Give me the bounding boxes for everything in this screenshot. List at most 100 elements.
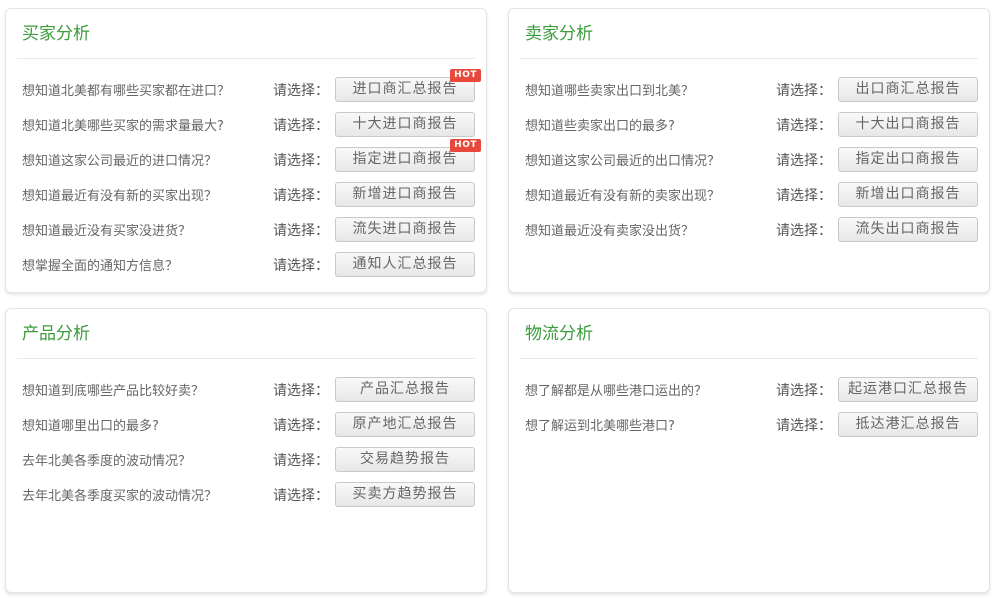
report-button-wrap: 进口商汇总报告 HOT [335, 77, 475, 102]
report-row: 想知道最近有没有新的买家出现？ 请选择： 新增进口商报告 [17, 177, 475, 212]
report-question: 想掌握全面的通知方信息？ [22, 255, 273, 274]
report-button-wrap: 交易趋势报告 [335, 447, 475, 472]
report-row: 想了解都是从哪些港口运出的？ 请选择： 起运港口汇总报告 [520, 372, 978, 407]
report-button-wrap: 出口商汇总报告 [838, 77, 978, 102]
report-button-wrap: 新增出口商报告 [838, 182, 978, 207]
select-label: 请选择： [273, 150, 329, 170]
report-question: 想知道哪里出口的最多? [22, 415, 273, 434]
report-row: 想知道最近没有卖家没出货？ 请选择： 流失出口商报告 [520, 212, 978, 247]
report-button-wrap: 产品汇总报告 [335, 377, 475, 402]
report-question: 想知道最近没有买家没进货？ [22, 220, 273, 239]
report-row: 想知道些卖家出口的最多? 请选择： 十大出口商报告 [520, 107, 978, 142]
report-row: 想知道北美都有哪些买家都在进口？ 请选择： 进口商汇总报告 HOT [17, 72, 475, 107]
panel-title: 买家分析 [22, 23, 475, 45]
select-label: 请选择： [273, 485, 329, 505]
select-label: 请选择： [776, 415, 832, 435]
report-button[interactable]: 起运港口汇总报告 [838, 377, 978, 402]
report-button[interactable]: 新增进口商报告 [335, 182, 475, 207]
report-question: 想知道最近没有卖家没出货？ [525, 220, 776, 239]
report-question: 想了解运到北美哪些港口? [525, 415, 776, 434]
report-button[interactable]: 十大出口商报告 [838, 112, 978, 137]
analysis-panel: 物流分析 想了解都是从哪些港口运出的？ 请选择： 起运港口汇总报告 想了解运到北… [508, 308, 990, 593]
analysis-panel: 卖家分析 想知道哪些卖家出口到北美？ 请选择： 出口商汇总报告 想知道些卖家出口… [508, 8, 990, 293]
select-label: 请选择： [776, 150, 832, 170]
report-button-wrap: 指定出口商报告 [838, 147, 978, 172]
report-question: 想了解都是从哪些港口运出的？ [525, 380, 776, 399]
panel-rows: 想知道哪些卖家出口到北美？ 请选择： 出口商汇总报告 想知道些卖家出口的最多? … [520, 72, 978, 247]
report-row: 想知道北美哪些买家的需求量最大? 请选择： 十大进口商报告 [17, 107, 475, 142]
select-label: 请选择： [273, 80, 329, 100]
report-button[interactable]: 出口商汇总报告 [838, 77, 978, 102]
report-question: 想知道到底哪些产品比较好卖？ [22, 380, 273, 399]
select-label: 请选择： [273, 380, 329, 400]
report-question: 想知道这家公司最近的出口情况？ [525, 150, 776, 169]
report-button[interactable]: 原产地汇总报告 [335, 412, 475, 437]
report-button-wrap: 抵达港汇总报告 [838, 412, 978, 437]
report-question: 想知道这家公司最近的进口情况？ [22, 150, 273, 169]
report-button[interactable]: 流失进口商报告 [335, 217, 475, 242]
select-label: 请选择： [273, 220, 329, 240]
report-question: 想知道最近有没有新的卖家出现？ [525, 185, 776, 204]
hot-badge: HOT [450, 139, 481, 152]
report-question: 想知道北美都有哪些买家都在进口？ [22, 80, 273, 99]
report-button[interactable]: 交易趋势报告 [335, 447, 475, 472]
report-question: 想知道哪些卖家出口到北美？ [525, 80, 776, 99]
report-row: 想知道这家公司最近的进口情况？ 请选择： 指定进口商报告 HOT [17, 142, 475, 177]
report-button-wrap: 流失出口商报告 [838, 217, 978, 242]
select-label: 请选择： [273, 450, 329, 470]
panel-divider [17, 58, 475, 59]
panel-rows: 想知道到底哪些产品比较好卖？ 请选择： 产品汇总报告 想知道哪里出口的最多? 请… [17, 372, 475, 512]
report-row: 想知道最近有没有新的卖家出现？ 请选择： 新增出口商报告 [520, 177, 978, 212]
select-label: 请选择： [776, 185, 832, 205]
select-label: 请选择： [273, 115, 329, 135]
report-row: 想知道哪些卖家出口到北美？ 请选择： 出口商汇总报告 [520, 72, 978, 107]
report-question: 想知道最近有没有新的买家出现？ [22, 185, 273, 204]
report-row: 想知道哪里出口的最多? 请选择： 原产地汇总报告 [17, 407, 475, 442]
panel-divider [520, 58, 978, 59]
panel-rows: 想了解都是从哪些港口运出的？ 请选择： 起运港口汇总报告 想了解运到北美哪些港口… [520, 372, 978, 442]
select-label: 请选择： [776, 80, 832, 100]
report-button-wrap: 十大出口商报告 [838, 112, 978, 137]
report-button-wrap: 指定进口商报告 HOT [335, 147, 475, 172]
report-row: 想知道这家公司最近的出口情况？ 请选择： 指定出口商报告 [520, 142, 978, 177]
select-label: 请选择： [273, 185, 329, 205]
report-row: 想掌握全面的通知方信息？ 请选择： 通知人汇总报告 [17, 247, 475, 282]
select-label: 请选择： [776, 220, 832, 240]
trade-analysis-dashboard: 买家分析 想知道北美都有哪些买家都在进口？ 请选择： 进口商汇总报告 HOT 想… [0, 0, 998, 598]
hot-badge: HOT [450, 69, 481, 82]
report-button-wrap: 流失进口商报告 [335, 217, 475, 242]
panel-title: 产品分析 [22, 323, 475, 345]
report-question: 想知道北美哪些买家的需求量最大? [22, 115, 273, 134]
panel-divider [520, 358, 978, 359]
report-button[interactable]: 抵达港汇总报告 [838, 412, 978, 437]
report-row: 想了解运到北美哪些港口? 请选择： 抵达港汇总报告 [520, 407, 978, 442]
select-label: 请选择： [273, 255, 329, 275]
report-button-wrap: 起运港口汇总报告 [838, 377, 978, 402]
panel-title: 卖家分析 [525, 23, 978, 45]
report-button-wrap: 新增进口商报告 [335, 182, 475, 207]
report-button[interactable]: 指定出口商报告 [838, 147, 978, 172]
report-row: 去年北美各季度的波动情况？ 请选择： 交易趋势报告 [17, 442, 475, 477]
select-label: 请选择： [273, 415, 329, 435]
report-button[interactable]: 产品汇总报告 [335, 377, 475, 402]
report-button-wrap: 原产地汇总报告 [335, 412, 475, 437]
report-button[interactable]: 新增出口商报告 [838, 182, 978, 207]
report-button[interactable]: 买卖方趋势报告 [335, 482, 475, 507]
report-question: 想知道些卖家出口的最多? [525, 115, 776, 134]
report-question: 去年北美各季度的波动情况？ [22, 450, 273, 469]
report-button-wrap: 通知人汇总报告 [335, 252, 475, 277]
analysis-panel: 产品分析 想知道到底哪些产品比较好卖？ 请选择： 产品汇总报告 想知道哪里出口的… [5, 308, 487, 593]
report-row: 想知道最近没有买家没进货？ 请选择： 流失进口商报告 [17, 212, 475, 247]
panel-title: 物流分析 [525, 323, 978, 345]
select-label: 请选择： [776, 115, 832, 135]
report-button-wrap: 买卖方趋势报告 [335, 482, 475, 507]
panels-grid: 买家分析 想知道北美都有哪些买家都在进口？ 请选择： 进口商汇总报告 HOT 想… [5, 8, 990, 593]
report-button[interactable]: 流失出口商报告 [838, 217, 978, 242]
report-button[interactable]: 通知人汇总报告 [335, 252, 475, 277]
select-label: 请选择： [776, 380, 832, 400]
report-button-wrap: 十大进口商报告 [335, 112, 475, 137]
analysis-panel: 买家分析 想知道北美都有哪些买家都在进口？ 请选择： 进口商汇总报告 HOT 想… [5, 8, 487, 293]
panel-rows: 想知道北美都有哪些买家都在进口？ 请选择： 进口商汇总报告 HOT 想知道北美哪… [17, 72, 475, 282]
report-row: 去年北美各季度买家的波动情况？ 请选择： 买卖方趋势报告 [17, 477, 475, 512]
report-button[interactable]: 十大进口商报告 [335, 112, 475, 137]
